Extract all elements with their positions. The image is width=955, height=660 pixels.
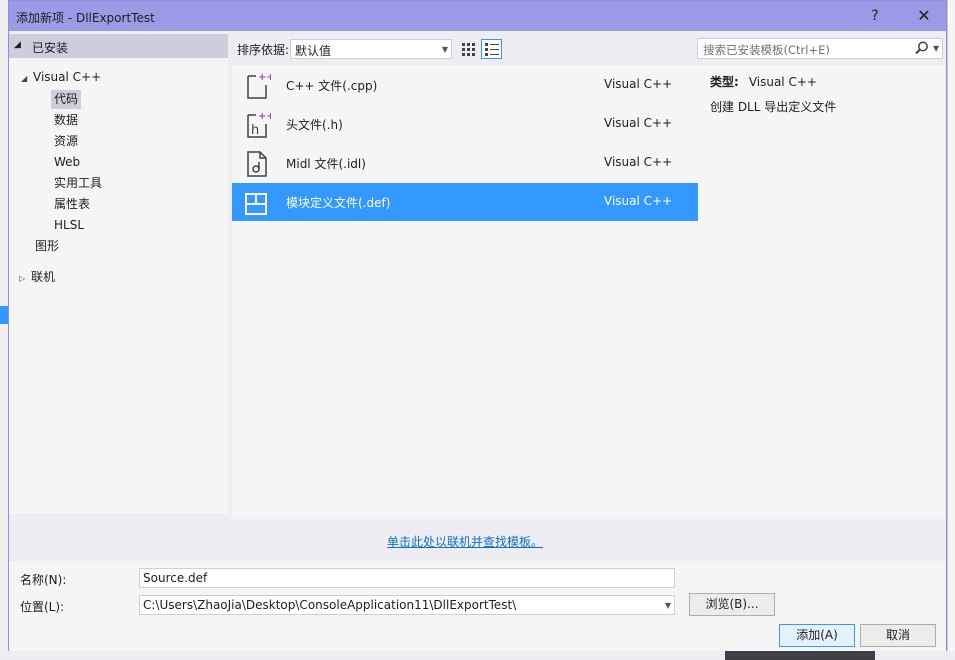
cancel-button[interactable]: 取消	[860, 624, 936, 647]
tree-node-online[interactable]: ▷ 联机	[19, 268, 55, 287]
grid-view-icon	[462, 43, 475, 56]
search-icon[interactable]	[915, 41, 929, 55]
tree-node-web[interactable]: Web	[54, 153, 80, 172]
name-label: 名称(N):	[20, 573, 67, 587]
svg-text:h: h	[251, 123, 259, 138]
find-templates-online-link[interactable]: 单击此处以联机并查找模板。	[387, 533, 543, 550]
search-placeholder: 搜索已安装模板(Ctrl+E)	[703, 43, 830, 57]
chevron-down-icon: ▼	[441, 45, 448, 54]
tree-node-code[interactable]: 代码	[51, 90, 82, 109]
medium-icons-view-button[interactable]	[458, 39, 479, 59]
module-def-icon	[245, 193, 267, 215]
tree-node-hlsl[interactable]: HLSL	[54, 216, 84, 235]
list-view-button[interactable]	[481, 39, 502, 59]
template-description: 创建 DLL 导出定义文件	[710, 100, 837, 114]
tree-node-graphics[interactable]: 图形	[35, 237, 59, 256]
template-row-cpp[interactable]: ++ C++ 文件(.cpp) Visual C++	[232, 66, 698, 104]
midl-file-icon	[247, 151, 267, 177]
template-list: ++ C++ 文件(.cpp) Visual C++ h ++ 头文件(.h) …	[232, 66, 698, 519]
add-new-item-dialog: 添加新项 - DllExportTest ? ✕ ◢ 已安装 ◢ Visual C…	[8, 0, 947, 651]
location-label: 位置(L):	[20, 600, 65, 614]
search-input[interactable]: 搜索已安装模板(Ctrl+E) ▼	[697, 38, 943, 59]
help-button[interactable]: ?	[862, 4, 888, 28]
dialog-titlebar: 添加新项 - DllExportTest ? ✕	[9, 1, 946, 31]
tree-node-data[interactable]: 数据	[54, 111, 78, 130]
tree-header-installed[interactable]: ◢ 已安装	[9, 34, 228, 58]
sort-dropdown[interactable]: 默认值 ▼	[290, 39, 452, 59]
location-field[interactable]: C:\Users\ZhaoJia\Desktop\ConsoleApplicat…	[139, 595, 675, 615]
expanded-arrow-icon[interactable]: ◢	[21, 69, 33, 88]
search-options-chevron-icon[interactable]: ▼	[933, 44, 939, 53]
svg-text:++: ++	[258, 111, 271, 122]
tree-node-resource[interactable]: 资源	[54, 132, 78, 151]
tree-node-property-sheets[interactable]: 属性表	[54, 195, 90, 214]
chevron-down-icon[interactable]: ▼	[665, 601, 671, 610]
svg-text:++: ++	[258, 72, 271, 83]
close-button[interactable]: ✕	[909, 4, 939, 28]
cpp-file-icon: ++	[247, 72, 271, 99]
background-ide-right	[947, 0, 955, 660]
template-row-module-def[interactable]: 模块定义文件(.def) Visual C++	[232, 183, 698, 221]
template-row-header[interactable]: h ++ 头文件(.h) Visual C++	[232, 105, 698, 143]
browse-button[interactable]: 浏览(B)...	[689, 593, 775, 616]
background-ide-statusbar	[725, 651, 875, 660]
header-file-icon: h ++	[247, 111, 271, 138]
collapsed-arrow-icon[interactable]: ▷	[19, 269, 31, 288]
tree-node-utility[interactable]: 实用工具	[54, 174, 102, 193]
background-ide-selection	[0, 306, 8, 324]
sort-label: 排序依据:	[237, 43, 290, 57]
template-type: 类型: Visual C++	[710, 75, 817, 89]
dialog-title: 添加新项 - DllExportTest	[16, 11, 155, 25]
collapse-arrow-icon[interactable]: ◢	[14, 40, 21, 50]
item-form: 名称(N): Source.def 位置(L): C:\Users\ZhaoJi…	[9, 561, 946, 651]
add-button[interactable]: 添加(A)	[779, 624, 855, 647]
template-category-tree: ◢ 已安装 ◢ Visual C++ 代码 数据 资源 Web 实用工具 属性表 …	[9, 34, 228, 514]
tree-node-visual-cpp[interactable]: ◢ Visual C++	[21, 68, 101, 87]
name-field[interactable]: Source.def	[139, 568, 675, 588]
list-view-icon	[485, 43, 499, 56]
template-row-midl[interactable]: Midl 文件(.idl) Visual C++	[232, 144, 698, 182]
template-details-panel: 类型: Visual C++ 创建 DLL 导出定义文件	[698, 66, 945, 519]
